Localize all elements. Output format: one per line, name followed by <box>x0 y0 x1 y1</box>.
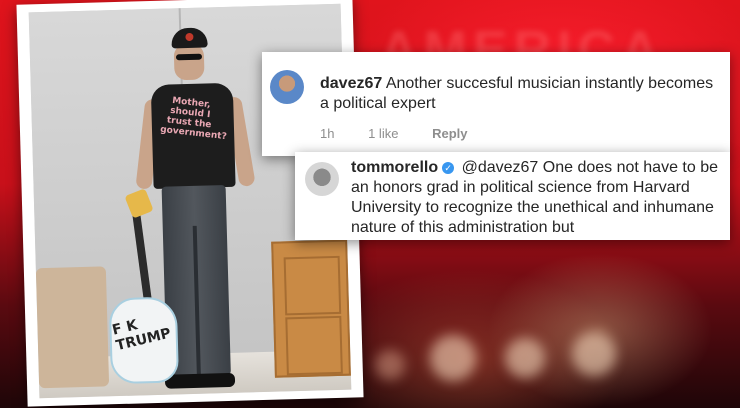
verified-badge-icon: ✓ <box>442 162 455 174</box>
cabinet-drawer <box>283 255 342 316</box>
avatar[interactable] <box>305 162 339 196</box>
baseball-cap <box>171 27 208 49</box>
comment-likes[interactable]: 1 like <box>368 126 398 141</box>
chair <box>35 266 110 389</box>
avatar[interactable] <box>270 70 304 104</box>
comment-time: 1h <box>320 126 335 141</box>
comment-username[interactable]: davez67 <box>320 75 382 92</box>
bokeh-light <box>430 335 476 381</box>
shirt-slogan: Mother, should I trust the government? <box>159 95 228 143</box>
cabinet-drawer <box>285 315 343 376</box>
electric-guitar: F K TRUMP <box>102 188 187 388</box>
bokeh-light <box>572 332 616 376</box>
reply-username[interactable]: tommorello <box>351 159 438 176</box>
reply-card-tommorello: tommorello ✓ @davez67 One does not have t… <box>295 152 730 240</box>
reply-button[interactable]: Reply <box>432 126 467 141</box>
wooden-cabinet <box>271 239 351 378</box>
comment-body: davez67 Another succesful musician insta… <box>320 74 720 114</box>
comment-meta: 1h 1 like Reply <box>320 126 497 141</box>
bokeh-light <box>505 338 545 378</box>
bokeh-light <box>375 350 405 380</box>
mention-link[interactable]: @davez67 <box>462 159 539 176</box>
reply-body: tommorello ✓ @davez67 One does not have t… <box>351 158 725 238</box>
comment-card-davez67: davez67 Another succesful musician insta… <box>262 52 730 156</box>
head <box>173 43 205 81</box>
sunglasses <box>175 53 203 61</box>
